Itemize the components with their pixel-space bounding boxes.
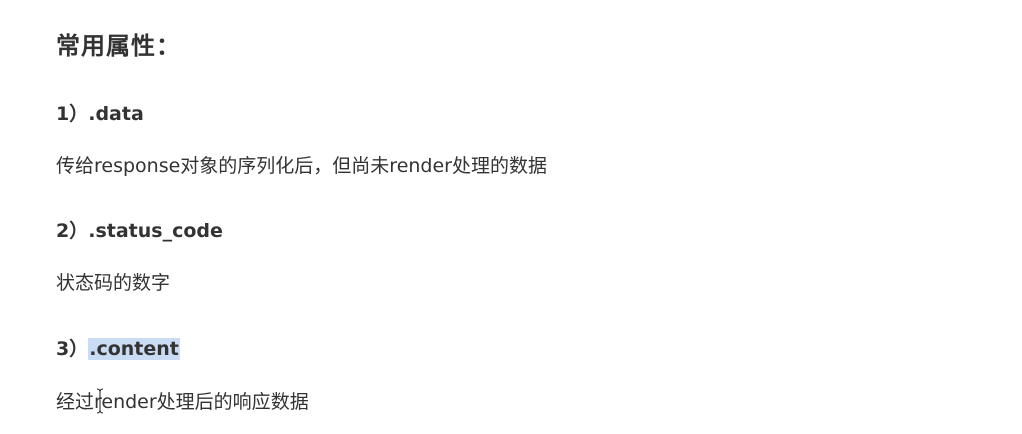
i-beam-cursor-icon: [96, 388, 104, 414]
section-description: 传给response对象的序列化后，但尚未render处理的数据: [56, 155, 547, 177]
section-number: 1）: [56, 103, 89, 125]
section-number: 2）: [56, 220, 89, 242]
selected-text-highlight[interactable]: .content: [88, 338, 180, 360]
section-description: 状态码的数字: [56, 272, 171, 294]
section-number: 3）: [56, 338, 89, 360]
section-description[interactable]: 经过render处理后的响应数据: [56, 387, 309, 414]
section-heading-data: 1）.data: [56, 99, 144, 126]
section-name: .data: [88, 103, 144, 125]
section-heading-status-code: 2）.status_code: [56, 216, 223, 243]
section-name: .status_code: [88, 220, 223, 242]
page-title: 常用属性：: [56, 32, 181, 60]
document-body: 常用属性： 1）.data 传给response对象的序列化后，但尚未rende…: [56, 0, 1022, 434]
section-heading-content: 3）.content: [56, 334, 180, 361]
